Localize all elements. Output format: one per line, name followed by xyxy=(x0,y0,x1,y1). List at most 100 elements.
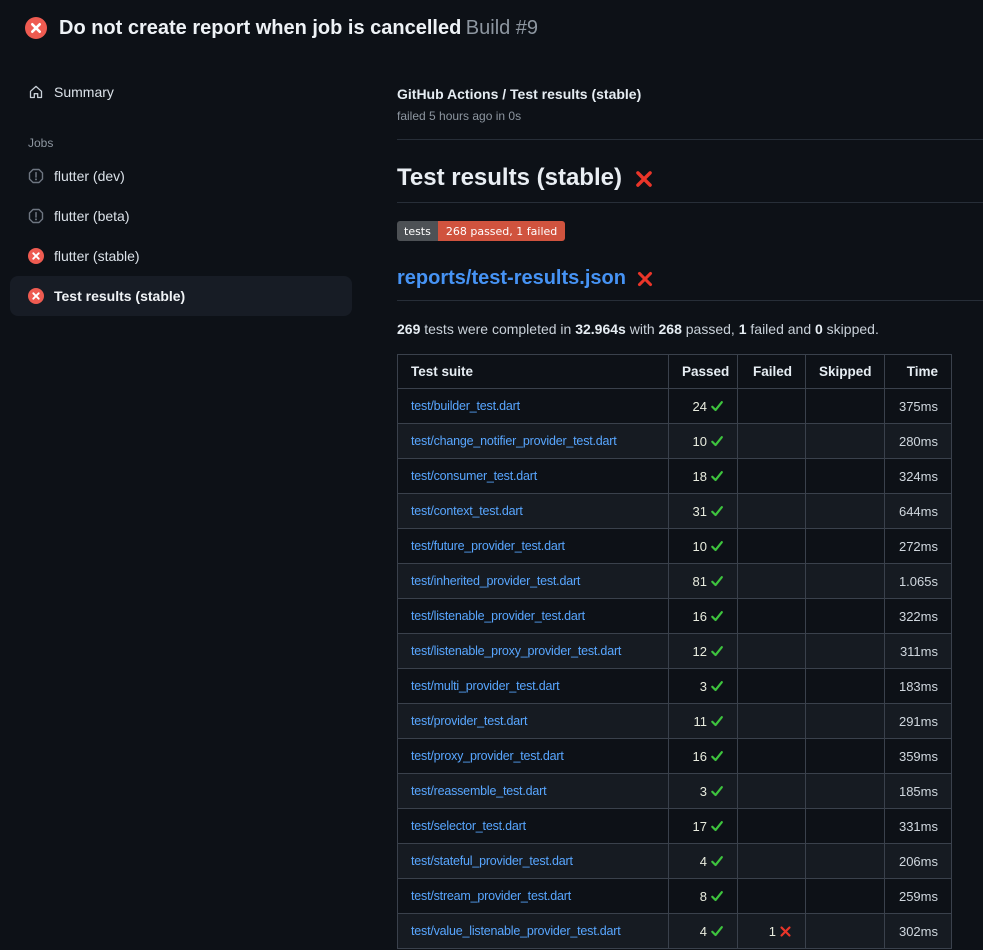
check-icon xyxy=(710,749,724,763)
test-suite-link[interactable]: test/listenable_proxy_provider_test.dart xyxy=(411,644,621,658)
sidebar-item-label: flutter (dev) xyxy=(54,169,125,183)
sidebar-item-summary[interactable]: Summary xyxy=(0,72,370,112)
test-suite-cell: test/proxy_provider_test.dart xyxy=(398,739,669,774)
test-suite-link[interactable]: test/selector_test.dart xyxy=(411,819,526,833)
sidebar-item-flutter-dev[interactable]: flutter (dev) xyxy=(0,156,370,196)
test-suite-link[interactable]: test/context_test.dart xyxy=(411,504,523,518)
table-row: test/context_test.dart31 644ms xyxy=(398,494,952,529)
summary-number: 268 xyxy=(659,321,682,337)
test-suite-cell: test/selector_test.dart xyxy=(398,809,669,844)
test-suite-link[interactable]: test/future_provider_test.dart xyxy=(411,539,565,553)
sidebar-item-flutter-stable[interactable]: flutter (stable) xyxy=(0,236,370,276)
test-suite-link[interactable]: test/change_notifier_provider_test.dart xyxy=(411,434,617,448)
check-icon xyxy=(710,714,724,728)
x-circle-icon xyxy=(25,17,47,39)
badge-value: 268 passed, 1 failed xyxy=(438,221,565,241)
test-suite-link[interactable]: test/builder_test.dart xyxy=(411,399,520,413)
test-suite-cell: test/consumer_test.dart xyxy=(398,459,669,494)
failed-cell xyxy=(738,634,806,669)
failed-cell xyxy=(738,844,806,879)
breadcrumb: GitHub Actions / Test results (stable) xyxy=(397,86,983,102)
check-icon xyxy=(710,469,724,483)
failed-cell xyxy=(738,739,806,774)
badge-label: tests xyxy=(397,221,438,241)
summary-fragment: passed, xyxy=(682,321,739,337)
failed-cell xyxy=(738,424,806,459)
test-suite-link[interactable]: test/listenable_provider_test.dart xyxy=(411,609,585,623)
skipped-cell xyxy=(806,844,885,879)
test-suite-link[interactable]: test/consumer_test.dart xyxy=(411,469,537,483)
sidebar-item-label: flutter (stable) xyxy=(54,249,140,263)
count: 10 xyxy=(693,539,707,554)
tests-badge: tests 268 passed, 1 failed xyxy=(397,221,565,241)
test-suite-link[interactable]: test/inherited_provider_test.dart xyxy=(411,574,580,588)
sidebar: Summary Jobs flutter (dev) flutter (beta… xyxy=(0,56,370,950)
summary-text: 269 tests were completed in 32.964s with… xyxy=(397,321,983,337)
test-suite-link[interactable]: test/stateful_provider_test.dart xyxy=(411,854,573,868)
test-suite-link[interactable]: test/value_listenable_provider_test.dart xyxy=(411,924,621,938)
fail-x-icon xyxy=(636,267,654,290)
skipped-cell xyxy=(806,634,885,669)
test-suite-link[interactable]: test/provider_test.dart xyxy=(411,714,527,728)
sidebar-item-flutter-beta[interactable]: flutter (beta) xyxy=(0,196,370,236)
test-suite-cell: test/listenable_provider_test.dart xyxy=(398,599,669,634)
page-title: Do not create report when job is cancell… xyxy=(59,17,461,39)
skipped-cell xyxy=(806,669,885,704)
column-header-skipped: Skipped xyxy=(806,355,885,389)
skipped-cell xyxy=(806,704,885,739)
test-suite-link[interactable]: test/reassemble_test.dart xyxy=(411,784,546,798)
test-suite-cell: test/reassemble_test.dart xyxy=(398,774,669,809)
failed-cell: 1 xyxy=(738,914,806,949)
check-icon xyxy=(710,679,724,693)
table-row: test/selector_test.dart17 331ms xyxy=(398,809,952,844)
test-suite-cell: test/inherited_provider_test.dart xyxy=(398,564,669,599)
time-cell: 280ms xyxy=(885,424,952,459)
passed-cell: 4 xyxy=(669,844,738,879)
sidebar-item-label: Summary xyxy=(54,85,114,99)
x-circle-icon xyxy=(28,288,44,304)
test-suite-link[interactable]: test/multi_provider_test.dart xyxy=(411,679,559,693)
check-icon xyxy=(710,889,724,903)
passed-cell: 10 xyxy=(669,424,738,459)
count: 1 xyxy=(769,924,776,939)
table-row: test/stream_provider_test.dart8 259ms xyxy=(398,879,952,914)
check-icon xyxy=(710,784,724,798)
table-row: test/provider_test.dart11 291ms xyxy=(398,704,952,739)
fail-x-icon xyxy=(634,164,654,192)
passed-cell: 81 xyxy=(669,564,738,599)
passed-cell: 17 xyxy=(669,809,738,844)
time-cell: 272ms xyxy=(885,529,952,564)
failed-cell xyxy=(738,389,806,424)
skipped-cell xyxy=(806,809,885,844)
count: 8 xyxy=(700,889,707,904)
skipped-cell xyxy=(806,879,885,914)
cross-mark-icon xyxy=(779,925,792,938)
test-suite-cell: test/builder_test.dart xyxy=(398,389,669,424)
table-row: test/inherited_provider_test.dart 81 1.06… xyxy=(398,564,952,599)
passed-cell: 4 xyxy=(669,914,738,949)
time-cell: 644ms xyxy=(885,494,952,529)
skipped-cell xyxy=(806,529,885,564)
run-status-text: failed 5 hours ago in 0s xyxy=(397,109,983,123)
test-suite-cell: test/multi_provider_test.dart xyxy=(398,669,669,704)
column-header-passed: Passed xyxy=(669,355,738,389)
time-cell: 206ms xyxy=(885,844,952,879)
column-header-test-suite: Test suite xyxy=(398,355,669,389)
time-cell: 1.065s xyxy=(885,564,952,599)
check-icon xyxy=(710,399,724,413)
sidebar-item-test-results-stable[interactable]: Test results (stable) xyxy=(10,276,352,316)
table-row: test/value_listenable_provider_test.dart… xyxy=(398,914,952,949)
results-table: Test suitePassedFailedSkippedTime test/b… xyxy=(397,354,952,949)
count: 24 xyxy=(693,399,707,414)
table-row: test/reassemble_test.dart3 185ms xyxy=(398,774,952,809)
cross-mark-icon xyxy=(636,270,654,288)
test-suite-link[interactable]: test/proxy_provider_test.dart xyxy=(411,749,564,763)
test-suite-cell: test/stateful_provider_test.dart xyxy=(398,844,669,879)
passed-cell: 16 xyxy=(669,739,738,774)
count: 17 xyxy=(693,819,707,834)
build-number: Build #9 xyxy=(466,17,538,39)
table-row: test/consumer_test.dart18 324ms xyxy=(398,459,952,494)
skipped-cell xyxy=(806,599,885,634)
test-suite-link[interactable]: test/stream_provider_test.dart xyxy=(411,889,571,903)
report-link[interactable]: reports/test-results.json xyxy=(397,267,626,290)
